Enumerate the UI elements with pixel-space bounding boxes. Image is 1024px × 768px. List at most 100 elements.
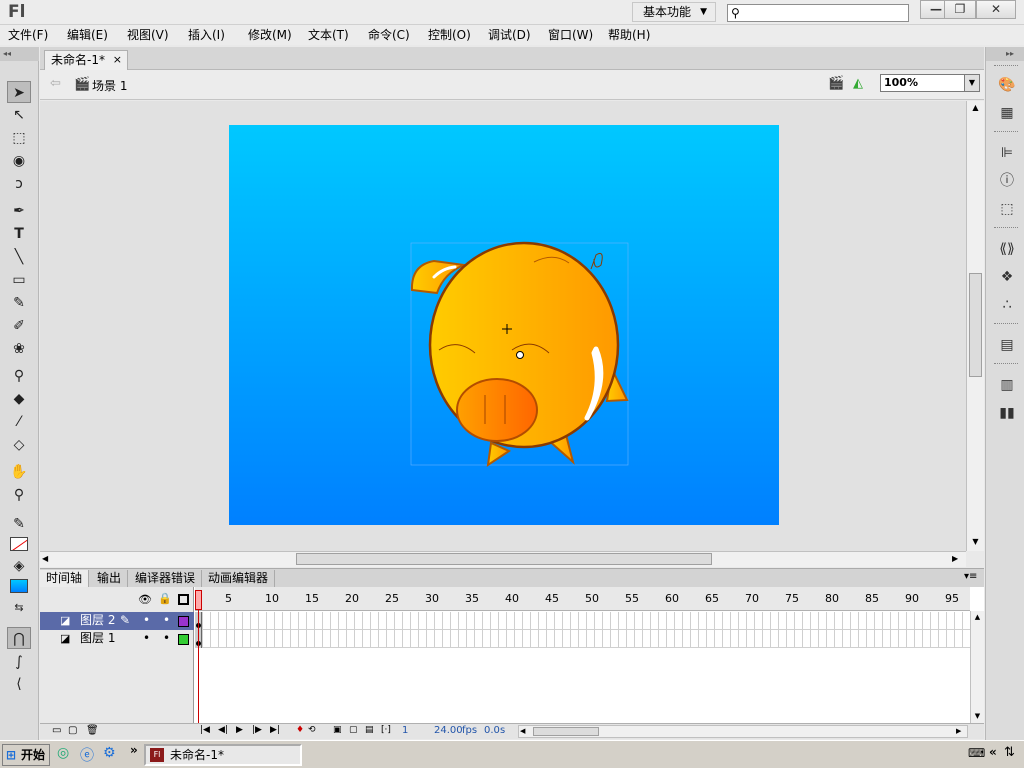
- smooth-icon[interactable]: ∫: [7, 651, 31, 673]
- menu-view[interactable]: 视图(V): [127, 27, 169, 43]
- layer-row[interactable]: ◪ 图层 2 ✎ • •: [40, 612, 194, 630]
- stage-horizontal-scrollbar[interactable]: ◀ ▶: [40, 551, 966, 567]
- color-palette-icon[interactable]: 🎨: [996, 75, 1018, 95]
- subselection-tool-icon[interactable]: ↖: [7, 104, 31, 126]
- edit-scene-icon[interactable]: 🎬: [828, 76, 844, 91]
- fill-swatch[interactable]: [10, 579, 28, 593]
- pencil-tool-icon[interactable]: ✎: [7, 292, 31, 314]
- menu-insert[interactable]: 插入(I): [188, 27, 225, 43]
- brush-tool-icon[interactable]: ✐: [7, 315, 31, 337]
- swap-colors-icon[interactable]: ⇆: [7, 597, 31, 619]
- menu-debug[interactable]: 调试(D): [488, 27, 531, 43]
- lock-dot-icon[interactable]: •: [163, 612, 170, 629]
- scroll-thumb[interactable]: [296, 553, 712, 565]
- layer-name[interactable]: 图层 1: [80, 630, 115, 647]
- onion-skin-icon[interactable]: ▣: [333, 725, 342, 735]
- last-frame-icon[interactable]: ▶|: [270, 725, 280, 735]
- layer-row[interactable]: ◪ 图层 1 • •: [40, 630, 194, 648]
- fill-color-icon[interactable]: ◈: [7, 555, 31, 577]
- next-frame-icon[interactable]: |▶: [252, 725, 262, 735]
- stage-vertical-scrollbar[interactable]: ▲ ▼: [966, 101, 984, 551]
- restore-button[interactable]: ❐: [944, 0, 976, 19]
- tab-timeline[interactable]: 时间轴: [40, 570, 90, 588]
- help-search-input[interactable]: ⚲: [727, 4, 909, 22]
- selection-tool-icon[interactable]: ➤: [7, 81, 31, 103]
- pasteboard[interactable]: [40, 101, 966, 551]
- lasso-tool-icon[interactable]: ↄ: [7, 173, 31, 195]
- current-frame[interactable]: 1: [402, 725, 408, 736]
- outline-icon[interactable]: [178, 594, 189, 605]
- browser-icon[interactable]: ◎: [57, 745, 69, 761]
- frame-row[interactable]: [195, 612, 970, 630]
- taskbar-item[interactable]: Fl 未命名-1*: [144, 744, 302, 766]
- timeline-vertical-scrollbar[interactable]: ▲ ▼: [970, 611, 984, 723]
- zoom-tool-icon[interactable]: ⚲: [7, 484, 31, 506]
- scroll-thumb[interactable]: [969, 273, 982, 377]
- tab-motion-editor[interactable]: 动画编辑器: [202, 570, 276, 588]
- visible-dot-icon[interactable]: •: [143, 612, 150, 629]
- panel-collapse-icon[interactable]: ◂◂: [0, 47, 39, 61]
- stroke-swatch[interactable]: [10, 537, 28, 551]
- onion-outline-icon[interactable]: ▢: [349, 725, 358, 735]
- rectangle-tool-icon[interactable]: ▭: [7, 269, 31, 291]
- text-tool-icon[interactable]: T: [7, 223, 31, 245]
- books-icon[interactable]: ▮▮: [996, 403, 1018, 423]
- settings-icon[interactable]: ⚙: [103, 745, 116, 761]
- chevron-left-icon[interactable]: ◀: [42, 552, 56, 566]
- menu-help[interactable]: 帮助(H): [608, 27, 650, 43]
- lock-icon[interactable]: 🔒: [158, 592, 172, 605]
- chevron-down-icon[interactable]: ▼: [971, 710, 984, 722]
- hand-tool-icon[interactable]: ✋: [7, 461, 31, 483]
- pen-tool-icon[interactable]: ✒: [7, 200, 31, 222]
- panel-expand-icon[interactable]: ▸▸: [986, 47, 1024, 61]
- layer-color-swatch[interactable]: [178, 634, 189, 645]
- play-icon[interactable]: ▶: [236, 725, 243, 735]
- eraser-tool-icon[interactable]: ◇: [7, 434, 31, 456]
- deco-tool-icon[interactable]: ❀: [7, 338, 31, 360]
- loop-icon[interactable]: ⟲: [308, 725, 316, 735]
- menu-modify[interactable]: 修改(M): [248, 27, 292, 43]
- close-icon[interactable]: ×: [113, 51, 122, 69]
- keyboard-icon[interactable]: ⌨: [968, 746, 985, 760]
- edit-multiple-frames-icon[interactable]: ▤: [365, 725, 374, 735]
- stroke-color-icon[interactable]: ✎: [7, 513, 31, 535]
- chevron-up-icon[interactable]: ▲: [971, 611, 984, 623]
- menu-text[interactable]: 文本(T): [308, 27, 349, 43]
- panel-menu-icon[interactable]: ▾≡: [964, 571, 977, 582]
- stage[interactable]: [229, 125, 779, 525]
- tray-expand-icon[interactable]: «: [989, 745, 997, 759]
- tab-output[interactable]: 输出: [91, 570, 129, 588]
- zoom-select[interactable]: 100% ▼: [880, 74, 980, 92]
- network-icon[interactable]: ⇅: [1004, 745, 1015, 760]
- ie-icon[interactable]: ⓔ: [80, 745, 94, 765]
- playhead[interactable]: [195, 590, 202, 724]
- frame-ruler[interactable]: 1 5 10 15 20 25 30 35 40 45 50 55 60 65 …: [195, 587, 970, 611]
- trash-icon[interactable]: 🗑: [86, 725, 99, 736]
- chevron-right-icon[interactable]: ▶: [952, 552, 966, 566]
- chevron-left-icon[interactable]: ◀: [520, 726, 525, 737]
- timeline-horizontal-scrollbar[interactable]: ◀ ▶: [518, 725, 968, 738]
- transform-icon[interactable]: ⬚: [996, 199, 1018, 219]
- edit-symbols-icon[interactable]: ◭: [853, 76, 863, 91]
- tab-compiler-errors[interactable]: 编译器错误: [129, 570, 203, 588]
- pig-drawing[interactable]: [229, 125, 779, 525]
- menu-edit[interactable]: 编辑(E): [67, 27, 108, 43]
- motion-presets-icon[interactable]: ∴: [996, 295, 1018, 315]
- properties-icon[interactable]: ▥: [996, 375, 1018, 395]
- menu-file[interactable]: 文件(F): [8, 27, 48, 43]
- snap-to-objects-icon[interactable]: ⋂: [7, 627, 31, 649]
- free-transform-tool-icon[interactable]: ⬚: [7, 127, 31, 149]
- frame-row[interactable]: [195, 630, 970, 648]
- eye-icon[interactable]: 👁: [138, 593, 152, 606]
- menu-window[interactable]: 窗口(W): [548, 27, 593, 43]
- straighten-icon[interactable]: ⟨: [7, 673, 31, 695]
- lock-dot-icon[interactable]: •: [163, 630, 170, 647]
- menu-commands[interactable]: 命令(C): [368, 27, 410, 43]
- previous-frame-icon[interactable]: ◀|: [218, 725, 228, 735]
- layer-name[interactable]: 图层 2: [80, 612, 115, 629]
- 3d-rotation-tool-icon[interactable]: ◉: [7, 150, 31, 172]
- tab-document[interactable]: 未命名-1* ×: [44, 50, 128, 70]
- back-arrow-icon[interactable]: ⇦: [50, 76, 61, 91]
- menu-control[interactable]: 控制(O): [428, 27, 471, 43]
- scroll-thumb[interactable]: [533, 727, 599, 736]
